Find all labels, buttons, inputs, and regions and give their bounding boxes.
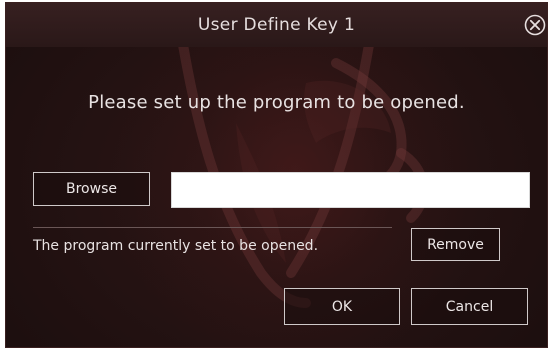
window-title: User Define Key 1 [197, 15, 356, 35]
ok-button[interactable]: OK [284, 288, 400, 325]
title-bar: User Define Key 1 [6, 3, 547, 47]
program-path-input[interactable] [171, 172, 530, 208]
current-program-label: The program currently set to be opened. [33, 238, 319, 254]
divider [33, 227, 392, 228]
close-icon[interactable] [524, 14, 546, 36]
browse-button[interactable]: Browse [33, 172, 150, 206]
remove-button[interactable]: Remove [411, 228, 500, 261]
user-define-key-dialog: User Define Key 1 Please set up the prog… [0, 0, 548, 357]
dialog-panel: User Define Key 1 Please set up the prog… [5, 2, 548, 348]
cancel-button[interactable]: Cancel [411, 288, 528, 325]
instruction-text: Please set up the program to be opened. [88, 92, 465, 113]
